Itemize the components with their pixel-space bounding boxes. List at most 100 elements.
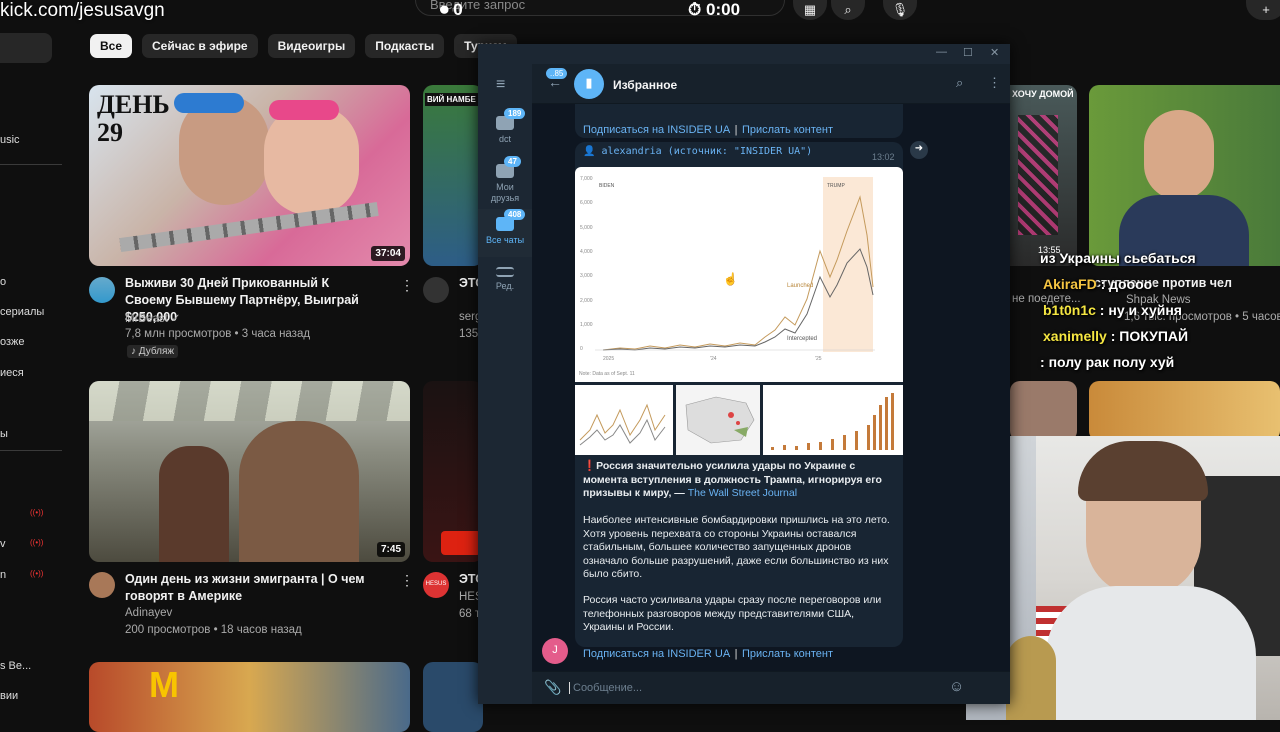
recorder-icon: ⏺: [440, 0, 449, 19]
unread-badge: 408: [504, 209, 526, 220]
forward-icon[interactable]: ➜: [910, 141, 928, 159]
sidebar-item[interactable]: usic: [0, 134, 20, 146]
send-content-link[interactable]: Прислать контент: [742, 648, 833, 660]
sidebar-home[interactable]: [0, 33, 52, 63]
sidebar-item[interactable]: озже: [0, 336, 25, 348]
channel-avatar[interactable]: [89, 572, 115, 598]
sleep-mask: [174, 93, 244, 113]
video-thumbnail[interactable]: ВИЙ НАМБЕ: [423, 85, 483, 266]
map-thumbnail[interactable]: [676, 385, 760, 455]
sleep-mask: [269, 100, 339, 120]
channel-avatar[interactable]: HESUS: [423, 572, 449, 598]
video-thumbnail[interactable]: M: [89, 662, 410, 732]
video-title[interactable]: Один день из жизни эмигранта | О чем гов…: [125, 571, 375, 605]
sidebar-item[interactable]: иеся: [0, 367, 24, 379]
video-thumbnail[interactable]: [423, 381, 483, 562]
attach-icon[interactable]: 📎: [544, 679, 561, 696]
source-link[interactable]: The Wall Street Journal: [688, 487, 797, 499]
line-chart: 7,000 6,000 5,000 4,000 3,000 2,000 1,00…: [579, 176, 875, 377]
chip-all[interactable]: Все: [90, 34, 133, 58]
sidebar-item[interactable]: ы: [0, 428, 8, 440]
chip-podcasts[interactable]: Подкасты: [365, 34, 445, 58]
post-paragraph: Россия часто усиливала удары сразу после…: [583, 594, 882, 633]
more-icon[interactable]: ⋮: [988, 75, 1001, 91]
video-thumbnail[interactable]: 7:45: [89, 381, 410, 562]
video-thumbnail[interactable]: [1010, 381, 1077, 441]
saved-messages-icon[interactable]: ▮: [574, 69, 604, 99]
dub-badge: ♪ Дубляж: [127, 345, 179, 358]
chat-message: xanimelly : ПОКУПАЙ: [1043, 328, 1189, 344]
send-content-link[interactable]: Прислать контент: [742, 124, 833, 136]
mic-icon[interactable]: 🎙: [883, 0, 917, 20]
video-thumbnail[interactable]: ДЕНЬ 29 37:04: [89, 85, 410, 266]
chip-games[interactable]: Видеоигры: [267, 34, 356, 58]
trump-label: TRUMP: [827, 183, 845, 189]
chat-header: ← ..85 ▮ ⌕ ⋮: [532, 64, 1010, 104]
subscribe-link[interactable]: Подписаться на INSIDER UA: [583, 124, 730, 136]
more-icon[interactable]: ⋮: [400, 277, 414, 294]
keyboard-icon[interactable]: ▦: [793, 0, 827, 20]
chart-thumbnail[interactable]: [575, 385, 673, 455]
video-thumbnail[interactable]: ХОЧУ ДОМОЙ 13:55: [1010, 85, 1077, 266]
exclamation-icon: ❗: [583, 460, 597, 472]
person-hair: [1078, 441, 1208, 501]
footer-links: Подписаться на INSIDER UA | Прислать кон…: [583, 124, 833, 136]
chart-image[interactable]: 7,000 6,000 5,000 4,000 3,000 2,000 1,00…: [575, 167, 903, 382]
y-tick: 5,000: [580, 225, 593, 231]
person: [239, 421, 359, 562]
sidebar-item[interactable]: о: [0, 276, 6, 288]
chat-area: Подписаться на INSIDER UA | Прислать кон…: [532, 104, 1010, 671]
unread-badge: ..85: [546, 68, 568, 79]
live-icon: ((•)): [30, 538, 44, 547]
video-meta: 200 просмотров • 18 часов назад: [125, 624, 302, 636]
channel-name[interactable]: Adinayev: [125, 607, 172, 619]
thumbnail-text: ХОЧУ ДОМОЙ: [1012, 89, 1074, 99]
close-icon[interactable]: ✕: [990, 46, 999, 59]
chat-user: xanimelly: [1043, 328, 1107, 344]
emoji-icon[interactable]: ☺: [949, 678, 964, 695]
channel-name[interactable]: MrBeast ✓: [125, 311, 181, 325]
folder-edit[interactable]: Ред.: [478, 267, 532, 291]
channel-avatar[interactable]: [89, 277, 115, 303]
subscribe-link[interactable]: Подписаться на INSIDER UA: [583, 648, 730, 660]
minimize-icon[interactable]: —: [936, 46, 947, 58]
sidebar-item[interactable]: сериалы: [0, 306, 44, 318]
menu-icon[interactable]: ≡: [496, 76, 505, 94]
chat-message: b1t0n1c : ну и хуйня: [1043, 302, 1182, 318]
post-paragraph: Наиболее интенсивные бомбардировки пришл…: [583, 514, 890, 580]
sidebar-item[interactable]: n: [0, 569, 6, 581]
post-headline: ❗Россия значительно усилила удары по Укр…: [583, 460, 882, 499]
person: [159, 446, 229, 562]
folder-all-chats[interactable]: Все чаты 408: [478, 209, 532, 257]
search-icon[interactable]: ⌕: [956, 75, 963, 91]
channel-avatar[interactable]: [423, 277, 449, 303]
bar-thumbnail[interactable]: [763, 385, 903, 455]
more-icon[interactable]: ⋮: [400, 572, 414, 589]
video-meta: 135: [459, 328, 479, 340]
chat-title: Избранное: [613, 78, 678, 92]
chat-message: из Украины сьебаться: [1040, 250, 1196, 266]
cursor-icon: ☝: [723, 272, 738, 286]
folder-friends[interactable]: Мои друзья 47: [478, 156, 532, 204]
sidebar-item[interactable]: v: [0, 538, 6, 550]
sidebar-item[interactable]: s Be...: [0, 660, 31, 672]
search-icon[interactable]: ⌕: [831, 0, 865, 20]
message-input[interactable]: Сообщение...: [569, 682, 642, 694]
maximize-icon[interactable]: ☐: [963, 46, 973, 59]
video-thumbnail[interactable]: [1089, 381, 1280, 441]
create-icon[interactable]: +: [1246, 0, 1280, 20]
video-thumbnail[interactable]: [423, 662, 483, 732]
chain: [119, 201, 379, 253]
video-thumbnail[interactable]: [1089, 85, 1280, 266]
folder-dct[interactable]: dct 189: [478, 108, 532, 144]
folder-sidebar: ≡ dct 189 Мои друзья 47 Все чаты 408 Ред…: [478, 64, 532, 704]
channel-name[interactable]: serg: [459, 311, 479, 323]
unread-badge: 47: [504, 156, 521, 167]
sidebar-item[interactable]: вии: [0, 690, 18, 702]
message-composer: 📎 Сообщение... ☺: [532, 671, 1010, 704]
avatar[interactable]: J: [542, 638, 568, 664]
mini-bar-chart: [771, 393, 894, 450]
mini-map: [685, 396, 755, 444]
chip-live[interactable]: Сейчас в эфире: [142, 34, 258, 58]
stopwatch-icon: ⏱: [688, 0, 702, 19]
